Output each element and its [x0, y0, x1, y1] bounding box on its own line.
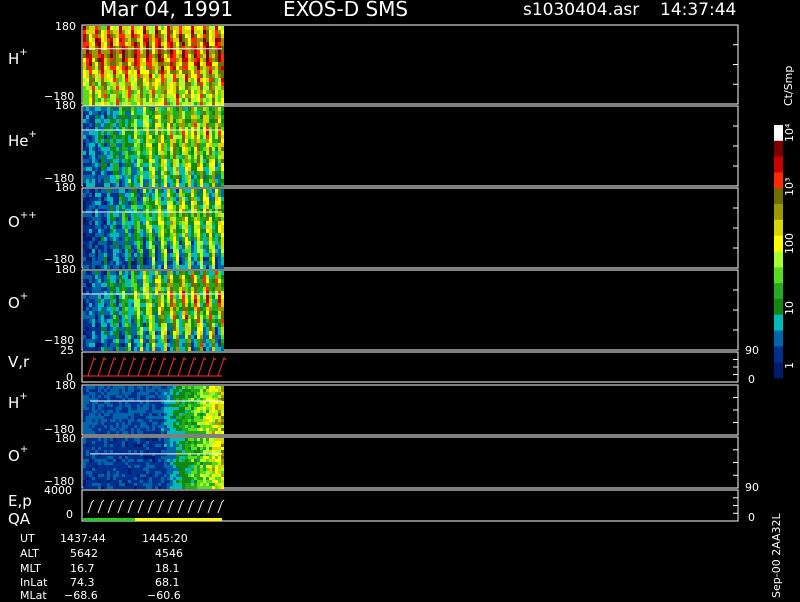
- ephemeris-end: 1445:20: [142, 533, 188, 544]
- panel-label-e-p: E,p: [8, 494, 32, 509]
- colorbar-segment: [774, 204, 783, 220]
- y-tick-max: 180: [55, 433, 76, 444]
- y-tick-max: 180: [55, 380, 76, 391]
- panel-label-he-plus: He+: [8, 134, 37, 149]
- ephemeris-end: 18.1: [155, 563, 180, 574]
- plot-time: 14:37:44: [660, 0, 736, 20]
- ephemeris-end: −60.6: [147, 590, 181, 601]
- ephemeris-name: ALT: [20, 548, 39, 559]
- colorbar-tick-1: 1: [784, 362, 795, 369]
- panel-label-h-plus-2: H+: [8, 396, 28, 411]
- colorbar-segment: [774, 283, 783, 299]
- panel-frame-v-r: [82, 352, 738, 382]
- colorbar-segment: [774, 346, 783, 362]
- colorbar-segment: [774, 315, 783, 331]
- ephemeris-end: 4546: [155, 548, 183, 559]
- colorbar-segment: [774, 188, 783, 204]
- ephemeris-name: InLat: [20, 577, 47, 588]
- colorbar-segment: [774, 299, 783, 315]
- y-tick-max: 180: [55, 182, 76, 193]
- colorbar-segment: [774, 125, 783, 141]
- colorbar-unit: Ct/Smp: [783, 66, 794, 106]
- footer-version: Sep-00 2AA32L: [771, 513, 782, 598]
- colorbar-tick-1e4: 10⁴: [784, 124, 795, 142]
- y-tick-max: 180: [55, 21, 76, 32]
- ephemeris-start: 5642: [70, 548, 98, 559]
- colorbar-segment: [774, 267, 783, 283]
- ephemeris-start: 16.7: [70, 563, 95, 574]
- colorbar-segment: [774, 157, 783, 173]
- sms-plot: [0, 0, 800, 600]
- colorbar-segment: [774, 220, 783, 236]
- y-tick-max: 180: [55, 264, 76, 275]
- ephemeris-name: MLT: [20, 563, 41, 574]
- ephemeris-start: −68.6: [64, 590, 98, 601]
- colorbar-segment: [774, 141, 783, 157]
- ephemeris-start: 74.3: [70, 577, 95, 588]
- plot-instrument: EXOS-D SMS: [283, 0, 408, 21]
- colorbar-segment: [774, 362, 783, 378]
- panel-label-o-plusplus: O++: [8, 215, 37, 230]
- colorbar-segment: [774, 331, 783, 347]
- y-tick-max: 180: [55, 100, 76, 111]
- panel-label-v-r: V,r: [8, 355, 29, 370]
- panel-label-qa: QA: [8, 512, 30, 527]
- colorbar-segment: [774, 172, 783, 188]
- right-tick-max: 90: [745, 345, 759, 356]
- panel-label-o-plus: O+: [8, 296, 28, 311]
- panel-label-o-plus-2: O+: [8, 449, 28, 464]
- y-tick-max: 25: [60, 345, 74, 356]
- ephemeris-start: 1437:44: [60, 533, 106, 544]
- ephemeris-name: UT: [20, 533, 35, 544]
- right-tick-min: 0: [748, 512, 755, 523]
- colorbar-tick-10: 10: [784, 301, 795, 315]
- ephemeris-end: 68.1: [155, 577, 180, 588]
- colorbar-tick-1e3: 10³: [784, 178, 795, 196]
- colorbar-segment: [774, 252, 783, 268]
- panel-label-h-plus: H+: [8, 52, 28, 67]
- plot-filename: s1030404.asr: [523, 0, 639, 20]
- colorbar-tick-100: 100: [784, 233, 795, 254]
- y-tick-min: 0: [66, 509, 73, 520]
- right-tick-max: 90: [745, 482, 759, 493]
- ephemeris-name: MLat: [20, 590, 47, 601]
- right-tick-min: 0: [748, 374, 755, 385]
- plot-date: Mar 04, 1991: [100, 0, 233, 21]
- y-tick-max: 4000: [44, 485, 72, 496]
- colorbar-segment: [774, 236, 783, 252]
